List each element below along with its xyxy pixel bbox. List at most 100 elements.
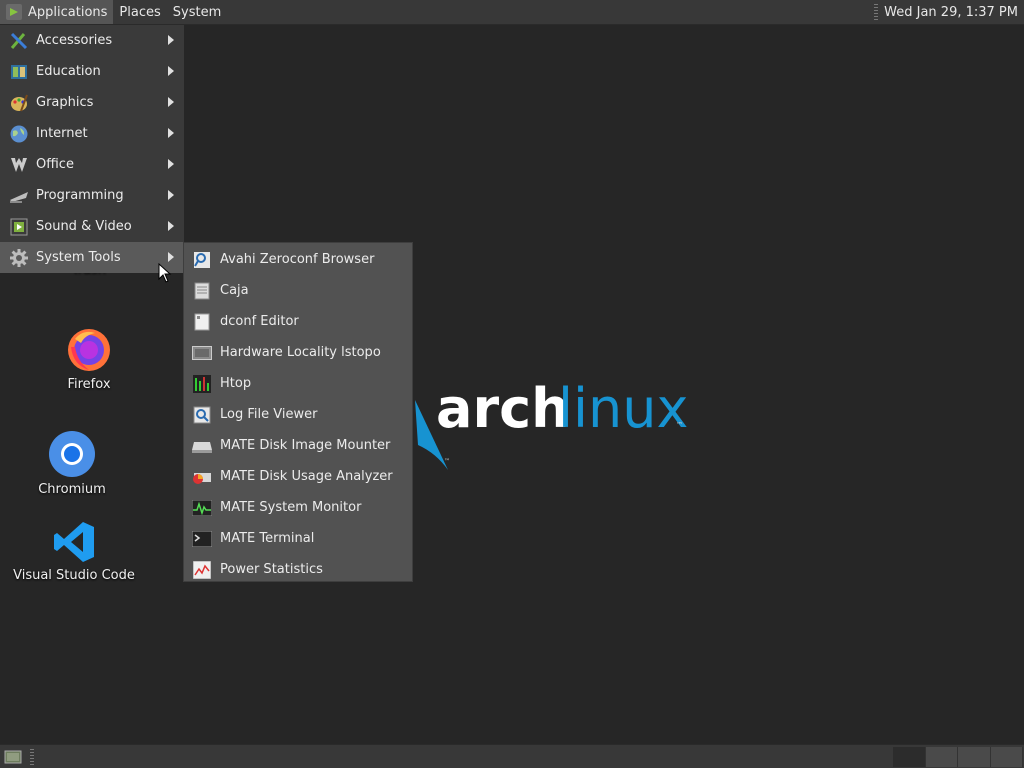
places-label: Places [119,4,161,20]
menu-item-label: Education [36,64,101,79]
arch-linux-logo: arch linux ™ ™ [415,377,688,470]
linux-text: linux [558,377,688,440]
submenu-item-power-statistics[interactable]: Power Statistics [184,554,412,585]
submenu-item-hardware-locality[interactable]: Hardware Locality lstopo [184,337,412,368]
terminal-icon [192,529,212,549]
submenu-item-terminal[interactable]: MATE Terminal [184,523,412,554]
top-panel: Applications Places System Wed Jan 29, 1… [0,0,1024,25]
menu-item-accessories[interactable]: Accessories [0,25,184,56]
menu-item-programming[interactable]: Programming [0,180,184,211]
submenu-item-label: Avahi Zeroconf Browser [220,252,375,267]
bottom-panel [0,744,1024,768]
submenu-arrow-icon [168,66,174,76]
caja-icon [192,281,212,301]
bottom-panel-handle[interactable] [30,749,34,765]
submenu-item-avahi[interactable]: Avahi Zeroconf Browser [184,244,412,275]
firefox-icon [68,329,110,371]
menu-item-graphics[interactable]: Graphics [0,87,184,118]
vscode-icon [54,522,94,562]
menu-item-label: Graphics [36,95,94,110]
submenu-arrow-icon [168,221,174,231]
submenu-item-label: Htop [220,376,252,391]
avahi-icon [192,250,212,270]
menu-item-label: Sound & Video [36,219,132,234]
submenu-item-label: MATE Terminal [220,531,315,546]
menu-item-sound-video[interactable]: Sound & Video [0,211,184,242]
mate-logo-icon [6,4,22,20]
places-menu-button[interactable]: Places [113,0,166,24]
chromium-label: Chromium [38,482,106,497]
submenu-item-label: MATE Disk Image Mounter [220,438,391,453]
desktop-icon-vscode[interactable]: Visual Studio Code [9,520,139,583]
clock[interactable]: Wed Jan 29, 1:37 PM [884,5,1024,20]
submenu-item-label: Caja [220,283,249,298]
menu-item-office[interactable]: Office [0,149,184,180]
submenu-item-disk-mounter[interactable]: MATE Disk Image Mounter [184,430,412,461]
submenu-arrow-icon [168,159,174,169]
workspace-4[interactable] [990,747,1023,767]
education-icon [8,61,30,83]
submenu-item-label: dconf Editor [220,314,299,329]
submenu-item-dconf[interactable]: dconf Editor [184,306,412,337]
submenu-item-caja[interactable]: Caja [184,275,412,306]
submenu-item-log-viewer[interactable]: Log File Viewer [184,399,412,430]
show-desktop-icon [4,750,22,764]
submenu-item-disk-usage[interactable]: MATE Disk Usage Analyzer [184,461,412,492]
system-menu-button[interactable]: System [167,0,227,24]
disk-usage-icon [192,467,212,487]
vscode-label: Visual Studio Code [13,568,135,583]
submenu-arrow-icon [168,97,174,107]
accessories-icon [8,30,30,52]
workspace-1[interactable] [893,747,926,767]
system-tools-icon [8,247,30,269]
system-label: System [172,4,222,20]
applications-label: Applications [28,4,108,20]
desktop-icon-chromium[interactable]: Chromium [7,430,137,497]
desktop-icon-firefox[interactable]: Firefox [24,325,154,392]
applications-menu: Accessories Education Graphics Internet [0,25,184,273]
submenu-arrow-icon [168,35,174,45]
dconf-icon [192,312,212,332]
submenu-item-label: MATE Disk Usage Analyzer [220,469,393,484]
menu-item-education[interactable]: Education [0,56,184,87]
log-viewer-icon [192,405,212,425]
menu-item-label: Programming [36,188,124,203]
trademark-text: ™ [676,421,683,429]
internet-icon [8,123,30,145]
hardware-icon [192,343,212,363]
workspace-2[interactable] [925,747,958,767]
trademark-text-2: ™ [444,458,450,465]
submenu-item-label: Hardware Locality lstopo [220,345,381,360]
system-monitor-icon [192,498,212,518]
sound-video-icon [8,216,30,238]
menu-item-label: Accessories [36,33,113,48]
show-desktop-button[interactable] [2,746,24,768]
htop-icon [192,374,212,394]
chromium-icon [49,431,95,477]
submenu-arrow-icon [168,252,174,262]
top-panel-right: Wed Jan 29, 1:37 PM [874,0,1024,24]
applications-menu-button[interactable]: Applications [0,0,114,24]
menu-item-label: System Tools [36,250,121,265]
screen: Applications Places System Wed Jan 29, 1… [0,0,1024,768]
submenu-item-label: MATE System Monitor [220,500,362,515]
graphics-icon [8,92,30,114]
arch-text: arch [436,377,570,440]
menu-item-label: Internet [36,126,88,141]
mouse-cursor-icon [158,263,172,283]
menu-item-label: Office [36,157,74,172]
workspace-switcher[interactable] [893,747,1023,767]
firefox-label: Firefox [67,377,111,392]
submenu-arrow-icon [168,190,174,200]
power-stats-icon [192,560,212,580]
submenu-item-system-monitor[interactable]: MATE System Monitor [184,492,412,523]
submenu-item-htop[interactable]: Htop [184,368,412,399]
programming-icon [8,185,30,207]
menu-item-internet[interactable]: Internet [0,118,184,149]
disk-mounter-icon [192,436,212,456]
system-tools-submenu: Avahi Zeroconf Browser Caja dconf Editor… [183,242,413,582]
panel-handle[interactable] [874,4,879,20]
workspace-3[interactable] [958,747,991,767]
submenu-item-label: Log File Viewer [220,407,318,422]
menu-item-system-tools[interactable]: System Tools [0,242,184,273]
